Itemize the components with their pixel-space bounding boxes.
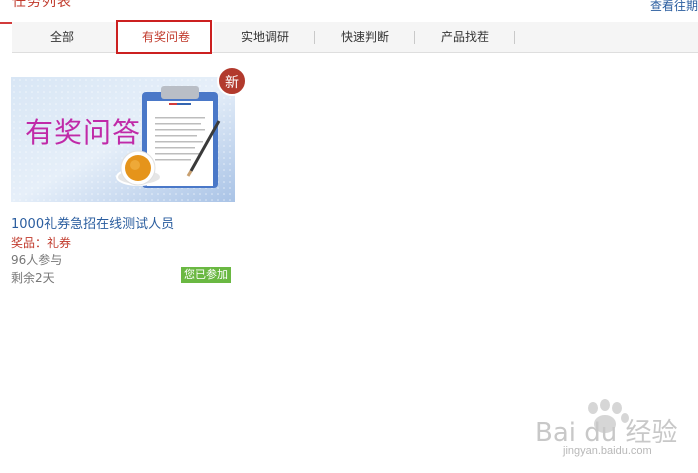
participant-count: 96人参与: [11, 253, 63, 267]
prize-row: 奖品：礼券: [11, 234, 71, 251]
new-badge: 新: [217, 66, 247, 96]
task-title-link[interactable]: 1000礼券急招在线测试人员: [11, 213, 174, 232]
prize-value: 礼券: [47, 236, 72, 250]
thumbnail-title: 有奖问答: [25, 116, 142, 149]
category-tabs: 全部 有奖问卷 实地调研 快速判断 产品找茬: [12, 22, 698, 53]
joined-status-badge: 您已参加: [181, 267, 231, 283]
page-header: 任务列表 查看往期: [0, 0, 698, 24]
tab-product-bug-hunt[interactable]: 产品找茬: [415, 22, 515, 52]
page-title: 任务列表: [12, 0, 72, 10]
active-tab-highlight: [116, 20, 212, 54]
tab-all[interactable]: 全部: [12, 22, 112, 52]
task-thumbnail[interactable]: 有奖问答: [11, 77, 235, 202]
tab-field-research[interactable]: 实地调研: [215, 22, 315, 52]
time-remaining: 剩余2天: [11, 271, 55, 285]
prize-label: 奖品：: [11, 236, 48, 250]
view-history-link[interactable]: 查看往期: [650, 0, 698, 14]
watermark-text: Bai du 经验: [535, 418, 678, 448]
tab-divider: [514, 31, 515, 44]
watermark-url: jingyan.baidu.com: [563, 445, 652, 457]
tab-quick-judgment[interactable]: 快速判断: [315, 22, 415, 52]
